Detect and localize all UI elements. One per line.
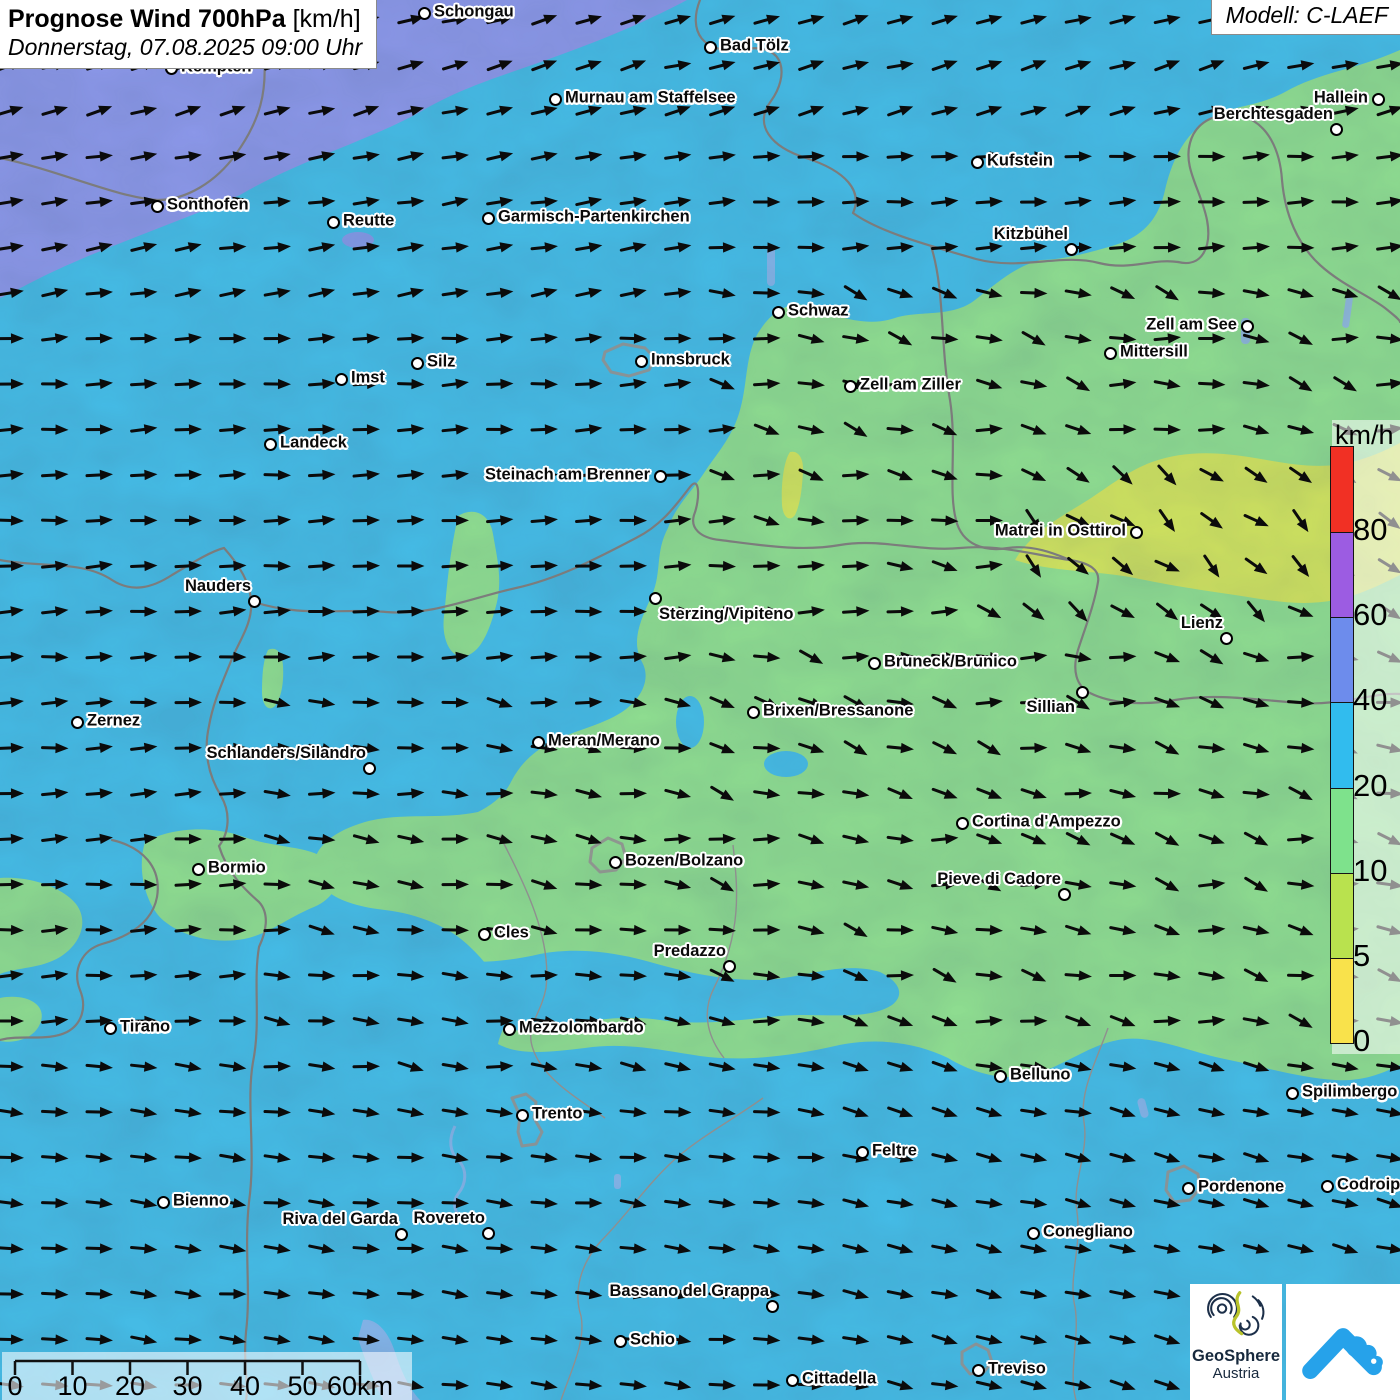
geosphere-country: Austria: [1190, 1365, 1282, 1383]
title-box: Prognose Wind 700hPa [km/h] Donnerstag, …: [0, 0, 377, 69]
legend-tick-label: 20: [1353, 768, 1387, 804]
legend-tick-label: 0: [1353, 1023, 1370, 1059]
legend-segment: [1331, 873, 1353, 958]
datetime-label: Donnerstag, 07.08.2025 09:00 Uhr: [8, 34, 362, 61]
legend-tick-label: 40: [1353, 682, 1387, 718]
relief-texture: [0, 0, 1400, 1400]
scalebar-label: 60km: [327, 1371, 393, 1400]
legend-segment: [1331, 532, 1353, 617]
weather-app-icon-box: [1286, 1284, 1400, 1400]
scalebar: 0 10 20 30 40 50 60km: [2, 1352, 412, 1400]
model-label: Modell: C-LAEF: [1211, 0, 1400, 35]
legend-segment: [1331, 702, 1353, 787]
legend-panel: km/h 806040201050: [1332, 420, 1400, 1054]
scalebar-label: 30: [172, 1371, 202, 1400]
map-canvas: [0, 0, 1400, 1400]
geosphere-icon: [1206, 1289, 1266, 1343]
legend-tick-label: 5: [1353, 938, 1370, 974]
legend-segment: [1331, 447, 1353, 532]
weather-map-stage: SchongauBad TölzKemptenMurnau am Staffel…: [0, 0, 1400, 1400]
scalebar-labels: 0 10 20 30 40 50 60km: [2, 1352, 412, 1400]
page-title: Prognose Wind 700hPa: [8, 5, 286, 33]
scalebar-label: 20: [115, 1371, 145, 1400]
scalebar-label: 50: [287, 1371, 317, 1400]
legend-segment: [1331, 617, 1353, 702]
scalebar-label: 0: [7, 1371, 22, 1400]
title-unit: [km/h]: [293, 5, 361, 33]
legend-colorbar: [1330, 446, 1354, 1044]
legend-segment: [1331, 958, 1353, 1043]
legend-tick-label: 60: [1353, 597, 1387, 633]
mountain-cloud-icon: [1295, 1294, 1391, 1390]
geosphere-name: GeoSphere: [1190, 1348, 1282, 1365]
legend-segment: [1331, 788, 1353, 873]
legend-tick-label: 80: [1353, 512, 1387, 548]
scalebar-label: 40: [230, 1371, 260, 1400]
geosphere-logo: GeoSphere Austria: [1190, 1284, 1282, 1400]
scalebar-label: 10: [57, 1371, 87, 1400]
legend-tick-label: 10: [1353, 853, 1387, 889]
